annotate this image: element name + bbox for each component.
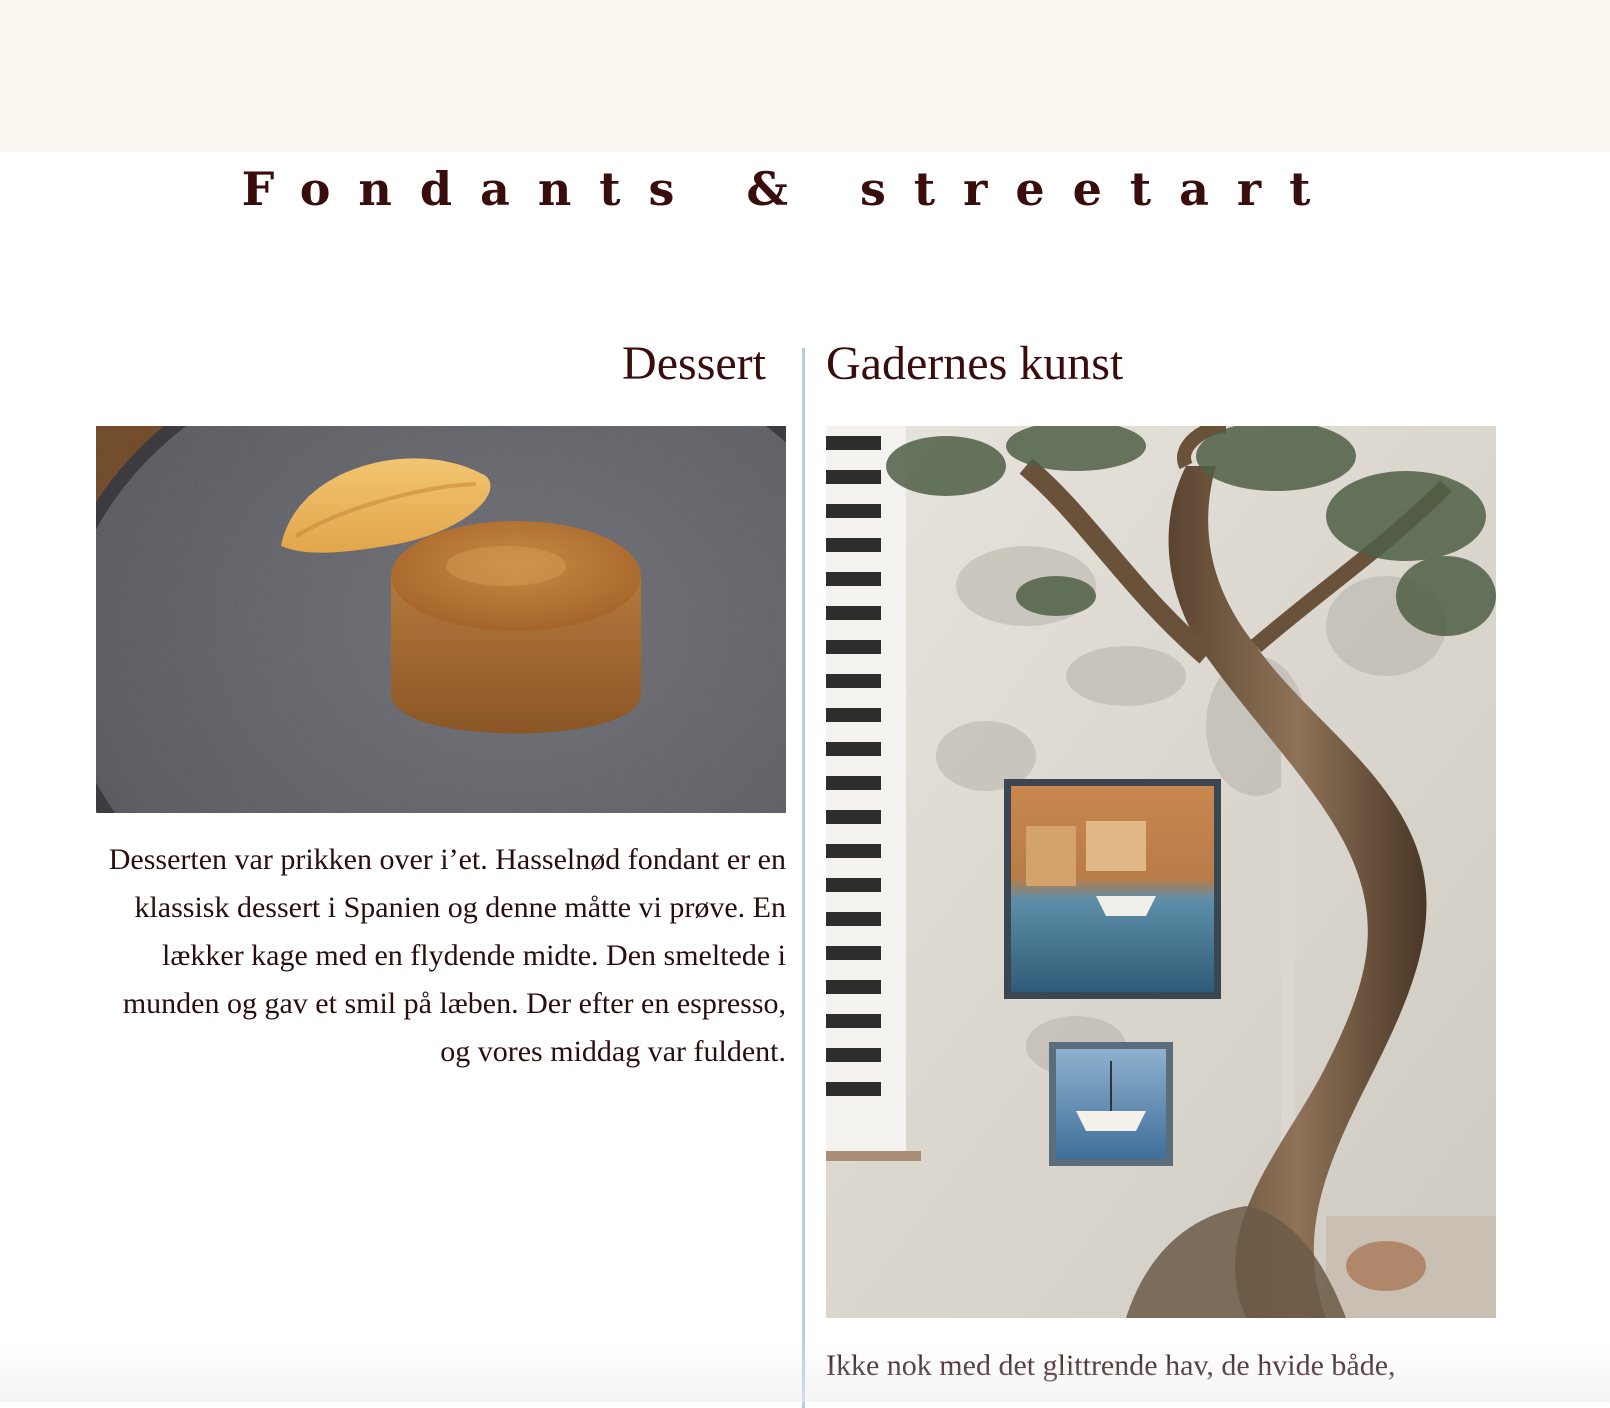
page-title: Fondants & streetart xyxy=(241,162,1339,216)
dessert-heading: Dessert xyxy=(622,337,766,390)
street-art-heading: Gadernes kunst xyxy=(826,337,1124,390)
street-art-photo xyxy=(826,426,1496,1318)
header-band xyxy=(0,0,1610,152)
dessert-photo xyxy=(96,426,786,813)
dessert-paragraph: Desserten var prikken over i’et. Hasseln… xyxy=(108,843,786,1068)
column-divider xyxy=(802,348,805,1408)
street-art-paragraph: Ikke nok med det glittrende hav, de hvid… xyxy=(826,1349,1396,1382)
